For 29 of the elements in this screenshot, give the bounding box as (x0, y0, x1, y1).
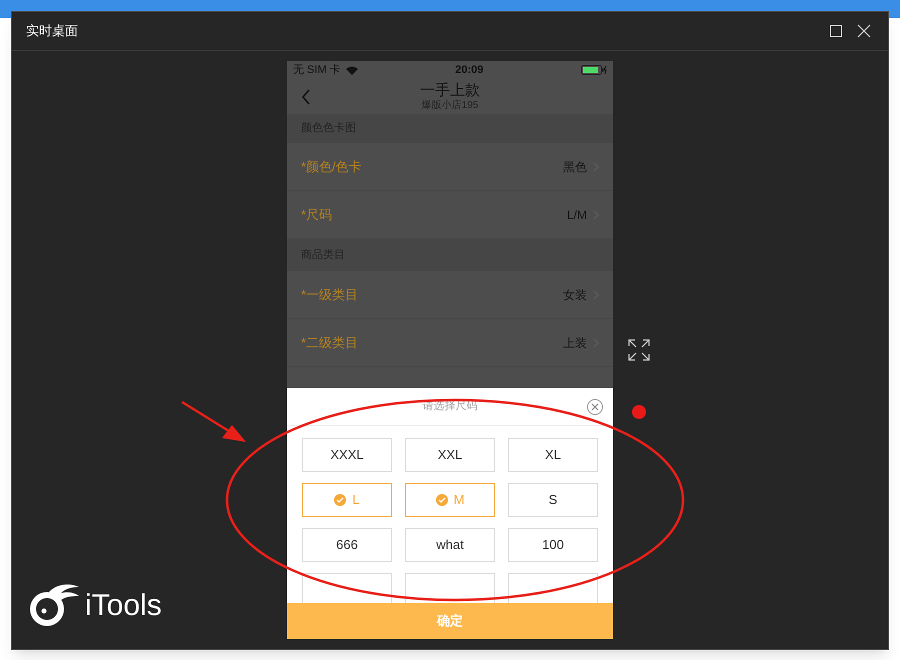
row-label: *二级类目 (301, 334, 358, 352)
size-option[interactable]: 100 (508, 528, 598, 562)
wifi-icon (346, 66, 358, 74)
size-option[interactable]: XXL (405, 438, 495, 472)
row-value: 黑色 (563, 158, 587, 176)
row-label: *一级类目 (301, 286, 358, 304)
row-label: *颜色/色卡 (301, 158, 362, 176)
battery-icon (581, 65, 607, 75)
size-option[interactable]: what (405, 528, 495, 562)
size-option[interactable]: 666 (302, 528, 392, 562)
status-time: 20:09 (455, 62, 484, 78)
logo-text: iTools (85, 588, 162, 624)
carrier-text: 无 SIM 卡 (293, 62, 341, 78)
size-option[interactable]: XL (508, 438, 598, 472)
close-icon (591, 403, 599, 411)
expand-icon[interactable] (628, 339, 650, 361)
square-icon (830, 25, 842, 37)
row-label: *尺码 (301, 206, 332, 224)
check-circle-icon (334, 494, 346, 506)
close-icon (857, 24, 871, 38)
size-option[interactable]: XXXL (302, 438, 392, 472)
check-circle-icon (436, 494, 448, 506)
size-option[interactable]: S (508, 483, 598, 517)
row-value: 女装 (563, 286, 587, 304)
nav-title: 一手上款 (420, 82, 480, 100)
annotation-arrow (181, 400, 246, 442)
row-value: L/M (566, 206, 587, 224)
row-value: 上装 (563, 334, 587, 352)
window-title: 实时桌面 (26, 22, 78, 40)
